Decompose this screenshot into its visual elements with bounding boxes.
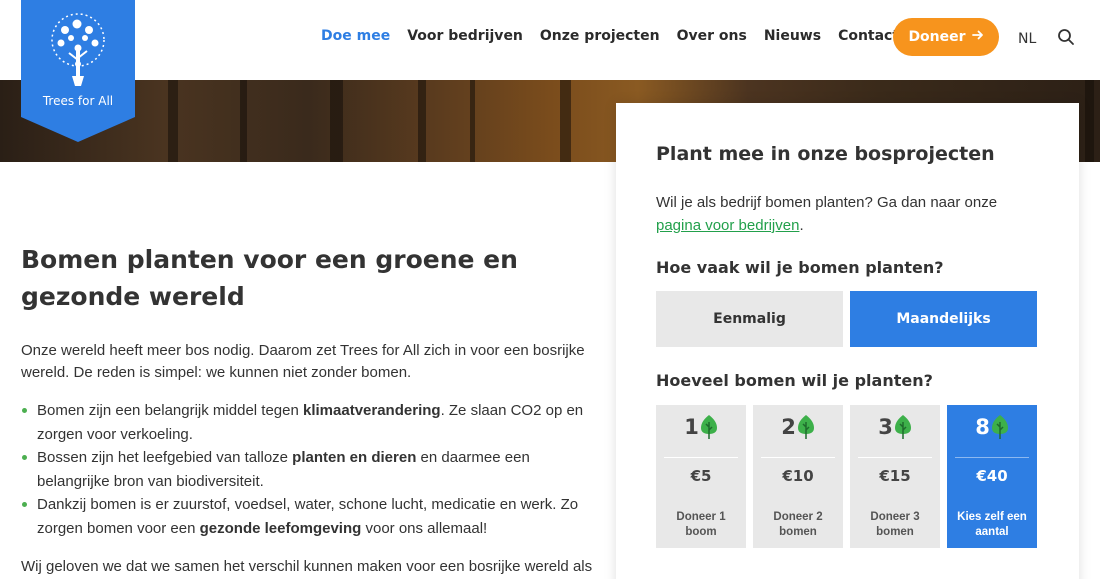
tree-icon <box>991 415 1008 439</box>
donate-label: Doneer <box>908 29 966 45</box>
nav-nieuws[interactable]: Nieuws <box>764 26 821 46</box>
tree-count: 3 <box>878 415 893 439</box>
logo-text: Trees for All <box>42 94 114 108</box>
site-header: Doe mee Voor bedrijven Onze projecten Ov… <box>0 0 1100 80</box>
tree-option-2[interactable]: 2 €10 Doneer 2 bomen <box>753 405 843 548</box>
business-page-link[interactable]: pagina voor bedrijven <box>656 217 799 234</box>
tree-price: €5 <box>690 467 712 485</box>
tree-price: €10 <box>782 467 814 485</box>
language-switch[interactable]: NL <box>1018 31 1036 47</box>
site-logo[interactable]: Trees for All <box>21 0 135 142</box>
list-item: Dankzij bomen is er zuurstof, voedsel, w… <box>21 493 591 540</box>
donation-card: Plant mee in onze bosprojecten Wil je al… <box>616 103 1079 579</box>
amount-question: Hoeveel bomen wil je planten? <box>656 371 933 390</box>
benefits-list: Bomen zijn een belangrijk middel tegen k… <box>21 399 591 540</box>
arrow-right-icon <box>971 29 984 45</box>
tree-icon <box>700 415 717 439</box>
list-item: Bossen zijn het leefgebied van talloze p… <box>21 446 591 493</box>
frequency-question: Hoe vaak wil je bomen planten? <box>656 258 944 277</box>
tree-option-label: Doneer 2 bomen <box>773 511 823 538</box>
closing-paragraph: Wij geloven we dat we samen het verschil… <box>21 558 593 575</box>
card-title: Plant mee in onze bosprojecten <box>656 143 995 165</box>
tree-price: €15 <box>879 467 911 485</box>
logo-badge-shape <box>21 0 135 142</box>
tree-price: €40 <box>976 467 1008 485</box>
page-title: Bomen planten voor een groene en gezonde… <box>21 245 518 311</box>
nav-over-ons[interactable]: Over ons <box>677 26 747 46</box>
main-nav: Doe mee Voor bedrijven Onze projecten Ov… <box>321 26 916 46</box>
card-intro: Wil je als bedrijf bomen planten? Ga dan… <box>656 194 998 234</box>
nav-onze-projecten[interactable]: Onze projecten <box>540 26 660 46</box>
tree-option-1[interactable]: 1 €5 Doneer 1 boom <box>656 405 746 548</box>
nav-contact[interactable]: Contact <box>838 26 899 46</box>
tree-option-custom[interactable]: 8 €40 Kies zelf een aantal <box>947 405 1037 548</box>
intro-paragraph: Onze wereld heeft meer bos nodig. Daarom… <box>21 342 585 381</box>
tree-count: 1 <box>684 415 699 439</box>
donate-button[interactable]: Doneer <box>893 18 999 56</box>
frequency-once-button[interactable]: Eenmalig <box>656 291 843 347</box>
list-item: Bomen zijn een belangrijk middel tegen k… <box>21 399 591 446</box>
tree-option-3[interactable]: 3 €15 Doneer 3 bomen <box>850 405 940 548</box>
frequency-monthly-button[interactable]: Maandelijks <box>850 291 1037 347</box>
tree-option-label: Kies zelf een aantal <box>957 511 1027 538</box>
tree-icon <box>894 415 911 439</box>
tree-count: 8 <box>975 415 990 439</box>
nav-doe-mee[interactable]: Doe mee <box>321 26 390 46</box>
tree-count: 2 <box>781 415 796 439</box>
nav-voor-bedrijven[interactable]: Voor bedrijven <box>407 26 523 46</box>
tree-option-label: Doneer 3 bomen <box>870 511 920 538</box>
tree-icon <box>797 415 814 439</box>
tree-option-label: Doneer 1 boom <box>676 511 726 538</box>
search-icon[interactable] <box>1057 28 1075 46</box>
